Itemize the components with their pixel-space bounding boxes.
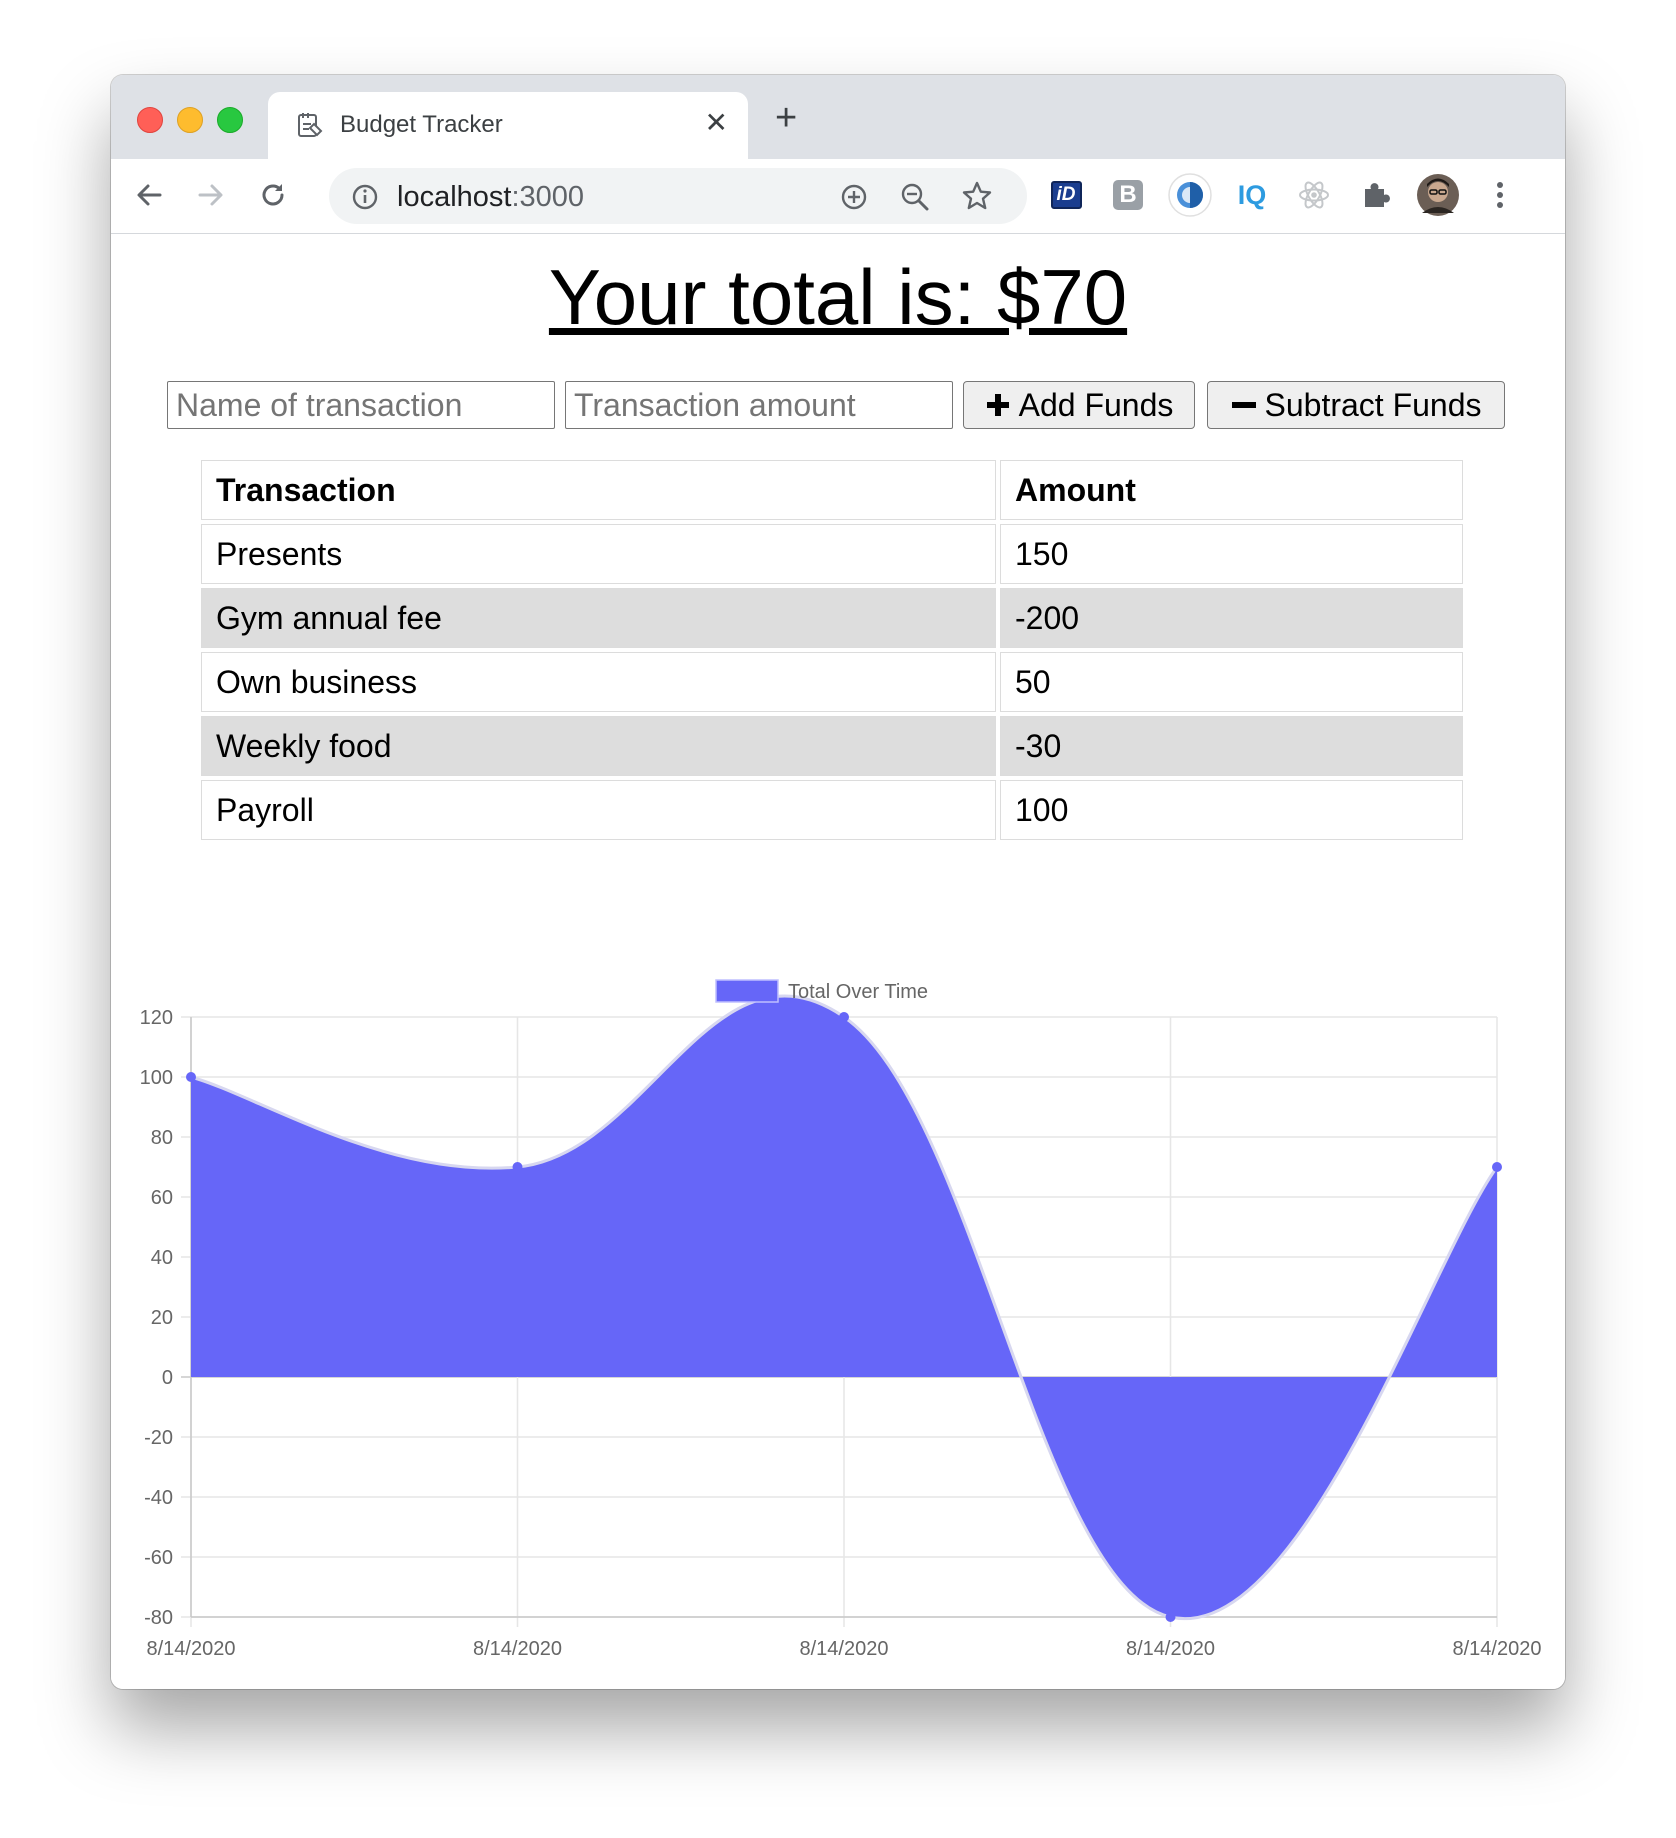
puzzle-icon[interactable] (1353, 172, 1399, 218)
data-point (1492, 1162, 1502, 1172)
info-icon[interactable] (351, 183, 379, 211)
zoom-out-icon[interactable] (899, 181, 931, 213)
table-row: Payroll 100 (201, 780, 1463, 840)
y-tick-label: 20 (151, 1307, 173, 1329)
legend-label: Total Over Time (788, 981, 928, 1003)
b-extension-icon[interactable]: B (1105, 172, 1151, 218)
avatar[interactable] (1415, 172, 1461, 218)
transaction-name: Gym annual fee (201, 588, 996, 648)
id-extension-label: iD (1050, 181, 1082, 209)
subtract-funds-button[interactable]: Subtract Funds (1207, 381, 1505, 429)
data-point (839, 1012, 849, 1022)
transaction-amount: 150 (1000, 524, 1463, 584)
tab-budget-tracker[interactable]: Budget Tracker ✕ (268, 92, 748, 159)
back-icon[interactable] (127, 173, 171, 217)
tab-bar: Budget Tracker ✕ + (111, 75, 1565, 159)
circle-extension-icon[interactable] (1167, 172, 1213, 218)
y-tick-label: 100 (140, 1067, 173, 1089)
total-heading: Your total is: $70 (548, 253, 1128, 341)
close-tab-icon[interactable]: ✕ (705, 108, 728, 138)
transaction-name: Weekly food (201, 716, 996, 776)
transactions-table: Transaction Amount Presents 150 Gym annu… (197, 456, 1467, 844)
transaction-amount: -30 (1000, 716, 1463, 776)
transaction-amount: 50 (1000, 652, 1463, 712)
x-tick-label: 8/14/2020 (473, 1638, 562, 1660)
header-transaction: Transaction (201, 460, 996, 520)
url-port: :3000 (511, 181, 585, 213)
subtract-funds-label: Subtract Funds (1264, 386, 1482, 423)
add-funds-button[interactable]: Add Funds (963, 381, 1195, 429)
table-row: Weekly food -30 (201, 716, 1463, 776)
id-extension-icon[interactable]: iD (1043, 172, 1089, 218)
react-extension-icon[interactable] (1291, 172, 1337, 218)
address-bar[interactable]: localhost:3000 (329, 168, 1027, 224)
transaction-amount-input[interactable] (565, 381, 953, 429)
tab-title: Budget Tracker (340, 111, 503, 138)
y-tick-label: 0 (162, 1367, 173, 1389)
table-row: Gym annual fee -200 (201, 588, 1463, 648)
browser-toolbar: localhost:3000 iD B IQ (111, 159, 1565, 234)
legend-swatch (715, 979, 779, 1003)
add-icon[interactable] (839, 182, 869, 212)
y-tick-label: -60 (144, 1547, 173, 1569)
notepad-icon (298, 113, 323, 137)
transaction-name: Own business (201, 652, 996, 712)
x-tick-label: 8/14/2020 (1126, 1638, 1215, 1660)
y-tick-label: 120 (140, 1007, 173, 1029)
total-over-time-chart: 120 100 80 60 40 20 0 -20 -40 -60 -80 8/14/2020 8/14… (140, 979, 1542, 1660)
x-tick-label: 8/14/2020 (800, 1638, 889, 1660)
x-tick-label: 8/14/2020 (147, 1638, 236, 1660)
transaction-name-input[interactable] (167, 381, 555, 429)
forward-icon[interactable] (189, 173, 233, 217)
b-extension-label: B (1113, 180, 1143, 210)
page-content: Your total is: $70 Add Funds Subtract Fu… (111, 234, 1565, 1689)
y-tick-label: 80 (151, 1127, 173, 1149)
transaction-name: Presents (201, 524, 996, 584)
star-icon[interactable] (961, 180, 993, 212)
iq-extension-label: IQ (1237, 179, 1267, 210)
add-funds-label: Add Funds (1018, 386, 1174, 423)
y-tick-label: 40 (151, 1247, 173, 1269)
table-header-row: Transaction Amount (201, 460, 1463, 520)
header-amount: Amount (1000, 460, 1463, 520)
y-tick-label: 60 (151, 1187, 173, 1209)
close-window-button[interactable] (137, 107, 163, 133)
transaction-name: Payroll (201, 780, 996, 840)
maximize-window-button[interactable] (217, 107, 243, 133)
data-point (186, 1072, 196, 1082)
iq-extension-icon[interactable]: IQ (1229, 172, 1275, 218)
x-tick-label: 8/14/2020 (1453, 1638, 1542, 1660)
data-point (1165, 1612, 1176, 1622)
browser-window: Budget Tracker ✕ + localhost:3000 iD B I… (111, 75, 1565, 1689)
table-row: Presents 150 (201, 524, 1463, 584)
url-host: localhost (397, 181, 512, 213)
minus-icon (1231, 402, 1256, 408)
menu-icon[interactable] (1477, 172, 1523, 218)
data-point (512, 1162, 523, 1172)
minimize-window-button[interactable] (177, 107, 203, 133)
transaction-amount: 100 (1000, 780, 1463, 840)
transaction-amount: -200 (1000, 588, 1463, 648)
table-row: Own business 50 (201, 652, 1463, 712)
y-tick-label: -40 (144, 1487, 173, 1509)
new-tab-button[interactable]: + (775, 99, 797, 137)
plus-icon (986, 394, 1009, 416)
y-tick-label: -80 (144, 1607, 173, 1629)
url-text[interactable]: localhost:3000 (397, 181, 584, 213)
reload-icon[interactable] (251, 173, 295, 217)
y-tick-label: -20 (144, 1427, 173, 1449)
